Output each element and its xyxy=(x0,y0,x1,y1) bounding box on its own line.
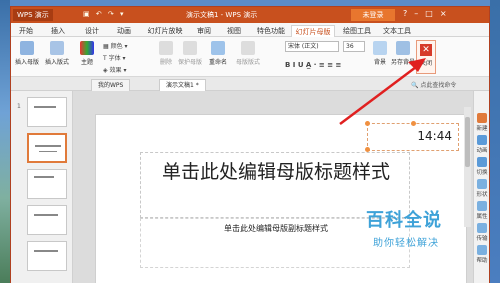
tab-drawing-tools[interactable]: 绘图工具 xyxy=(339,25,375,37)
transition-icon xyxy=(477,157,487,167)
thumb-line xyxy=(34,106,56,108)
slide-thumbnails-panel: 1 xyxy=(11,91,73,283)
shape-icon xyxy=(477,179,487,189)
thumb-layout[interactable] xyxy=(27,169,67,199)
doc-tab-my-wps[interactable]: 我的WPS xyxy=(91,79,131,91)
date-time-placeholder[interactable]: 14:44 xyxy=(365,121,459,152)
insert-master-button[interactable]: 插入母版 xyxy=(13,41,41,66)
insert-master-icon xyxy=(20,41,34,55)
ribbon-tabs: 开始 插入 设计 动画 幻灯片放映 审阅 视图 特色功能 幻灯片母版 绘图工具 … xyxy=(11,23,489,37)
resize-handle[interactable] xyxy=(365,121,370,126)
command-search[interactable]: 🔍 点此查找命令 xyxy=(411,80,456,89)
close-window-icon[interactable]: × xyxy=(440,9,454,18)
tab-features[interactable]: 特色功能 xyxy=(253,25,289,37)
thumb-line xyxy=(34,176,54,178)
format-toolbar-icons[interactable]: B I U A̲ · ≡ ≡ ≡ xyxy=(285,61,341,69)
app-menu-button[interactable]: WPS 演示 xyxy=(13,9,53,21)
thumb-layout[interactable] xyxy=(27,241,67,271)
time-text: 14:44 xyxy=(417,129,452,143)
animation-icon xyxy=(477,135,487,145)
theme-button[interactable]: 主题 xyxy=(77,41,97,66)
master-title-text: 单击此处编辑母版标题样式 xyxy=(161,161,390,183)
window-title: 演示文稿1 - WPS 演示 xyxy=(186,11,258,19)
help-icon xyxy=(477,245,487,255)
ribbon-panel: 插入母版 插入版式 主题 ▦ 颜色 ▾ T 字体 ▾ ◈ 效果 ▾ 删除 保护母… xyxy=(11,37,489,77)
tab-text-tools[interactable]: 文本工具 xyxy=(379,25,415,37)
watermark-subtitle: 助你轻松解决 xyxy=(373,238,439,249)
insert-layout-icon xyxy=(50,41,64,55)
quick-access-icons[interactable]: ▣ ↶ ↷ ▾ xyxy=(83,10,126,18)
thumb-master[interactable] xyxy=(27,97,67,127)
desktop-left xyxy=(0,0,10,283)
master-layout-button[interactable]: 母版版式 xyxy=(233,41,263,66)
tab-view[interactable]: 视图 xyxy=(223,25,245,37)
window-controls[interactable]: ?–□× xyxy=(403,9,454,18)
theme-icon xyxy=(80,41,94,55)
tab-insert[interactable]: 插入 xyxy=(47,25,69,37)
maximize-icon[interactable]: □ xyxy=(425,9,440,18)
watermark-title: 百科全说 xyxy=(366,210,442,231)
tab-start[interactable]: 开始 xyxy=(15,25,37,37)
save-background-button[interactable]: 另存背景 xyxy=(391,41,415,66)
thumb-line xyxy=(39,151,57,152)
color-dropdown[interactable]: ▦ 颜色 ▾ xyxy=(103,41,128,50)
resize-handle[interactable] xyxy=(411,121,416,126)
close-master-button[interactable]: ✕ 关闭 xyxy=(416,40,436,74)
task-transition[interactable]: 切换 xyxy=(475,157,489,176)
login-button[interactable]: 未登录 xyxy=(351,9,395,21)
title-bar: WPS 演示 ▣ ↶ ↷ ▾ 演示文稿1 - WPS 演示 未登录 ?–□× xyxy=(11,7,489,23)
insert-layout-button[interactable]: 插入版式 xyxy=(43,41,71,66)
properties-icon xyxy=(477,201,487,211)
font-name-select[interactable]: 宋体 (正文) xyxy=(285,41,339,52)
desktop-right xyxy=(490,0,500,283)
thumb-line xyxy=(35,145,61,147)
font-size-select[interactable]: 36 xyxy=(343,41,365,52)
transfer-icon xyxy=(477,223,487,233)
task-new[interactable]: 新建 xyxy=(475,113,489,132)
delete-button[interactable]: 删除 xyxy=(157,41,175,66)
close-icon: ✕ xyxy=(420,44,432,56)
effect-dropdown[interactable]: ◈ 效果 ▾ xyxy=(103,65,126,74)
tab-design[interactable]: 设计 xyxy=(81,25,103,37)
font-dropdown[interactable]: T 字体 ▾ xyxy=(103,53,126,62)
task-animation[interactable]: 动画 xyxy=(475,135,489,154)
doc-tab-presentation[interactable]: 演示文稿1 * xyxy=(159,79,206,91)
watermark-logo: 百科全说 助你轻松解决 xyxy=(358,206,478,264)
task-shape[interactable]: 形状 xyxy=(475,179,489,198)
minimize-icon[interactable]: – xyxy=(414,9,425,18)
lock-icon xyxy=(183,41,197,55)
tab-review[interactable]: 审阅 xyxy=(193,25,215,37)
thumb-line xyxy=(34,214,58,216)
tab-slide-master[interactable]: 幻灯片母版 xyxy=(291,25,335,37)
thumb-number: 1 xyxy=(17,103,21,110)
background-icon xyxy=(373,41,387,55)
new-icon xyxy=(477,113,487,123)
delete-icon xyxy=(159,41,173,55)
tab-slideshow[interactable]: 幻灯片放映 xyxy=(145,25,185,37)
tab-animation[interactable]: 动画 xyxy=(113,25,135,37)
document-tabs: 我的WPS 演示文稿1 * 🔍 点此查找命令 xyxy=(11,77,489,91)
master-layout-icon xyxy=(241,41,255,55)
thumb-layout[interactable] xyxy=(27,205,67,235)
scroll-thumb[interactable] xyxy=(465,117,470,167)
rename-button[interactable]: 重命名 xyxy=(205,41,231,66)
rename-icon xyxy=(211,41,225,55)
protect-master-button[interactable]: 保护母版 xyxy=(177,41,203,66)
background-button[interactable]: 背景 xyxy=(371,41,389,66)
thumb-title-layout[interactable] xyxy=(27,133,67,163)
help-icon[interactable]: ? xyxy=(403,9,414,18)
save-background-icon xyxy=(396,41,410,55)
thumb-line xyxy=(34,250,58,252)
